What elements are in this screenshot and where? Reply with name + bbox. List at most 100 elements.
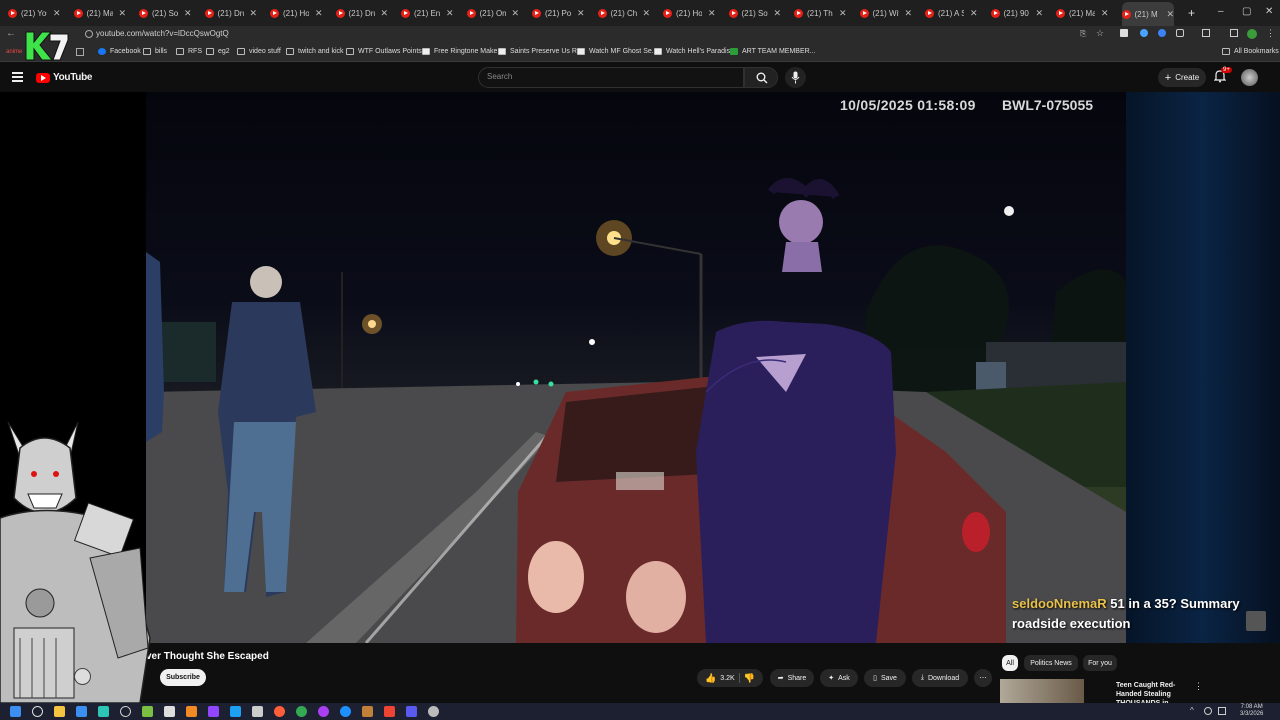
thumbs-down-icon[interactable]: 👎: [744, 673, 755, 684]
app-icon[interactable]: [230, 706, 241, 717]
apps-grid-icon[interactable]: [76, 48, 84, 56]
browser-tab[interactable]: (21) How C ✕: [270, 4, 323, 22]
bookmark-item[interactable]: Watch MF Ghost Se...: [577, 48, 658, 55]
file-explorer-icon[interactable]: [54, 706, 65, 717]
ask-button[interactable]: ✦ Ask: [820, 669, 858, 687]
tab-close-icon[interactable]: ✕: [643, 8, 651, 19]
bookmark-item[interactable]: eg2: [206, 48, 230, 55]
browser-tab[interactable]: (21) YouTu ✕: [8, 4, 61, 22]
close-window-button[interactable]: ✕: [1265, 6, 1273, 17]
app-icon[interactable]: [186, 706, 197, 717]
download-icon[interactable]: [1230, 29, 1238, 37]
twitch-icon[interactable]: [208, 706, 219, 717]
bookmark-star-icon[interactable]: ☆: [1096, 28, 1104, 39]
extension-icon[interactable]: [1120, 29, 1128, 37]
bookmark-item[interactable]: twitch and kick: [286, 48, 344, 55]
extension-icon[interactable]: [1140, 29, 1148, 37]
browser-tab[interactable]: (21) A Sing ✕: [925, 4, 978, 22]
bookmark-item[interactable]: ART TEAM MEMBER...: [730, 48, 816, 55]
extensions-puzzle-icon[interactable]: [1176, 29, 1184, 37]
app-icon[interactable]: [164, 706, 175, 717]
profile-avatar[interactable]: [1247, 29, 1257, 39]
app-icon[interactable]: [252, 706, 263, 717]
more-actions-button[interactable]: ⋯: [974, 669, 992, 687]
bookmark-item[interactable]: Facebook: [98, 48, 141, 55]
video-frame[interactable]: 10/05/2025 01:58:09 BWL7-075055: [146, 92, 1126, 643]
new-tab-button[interactable]: +: [1188, 4, 1195, 22]
browser-tab[interactable]: (21) Entitle ✕: [401, 4, 454, 22]
edge-icon[interactable]: [340, 706, 351, 717]
maximize-button[interactable]: ▢: [1242, 6, 1251, 17]
browser-tab[interactable]: (21) Wife T ✕: [859, 4, 913, 22]
install-icon[interactable]: ⎘: [1080, 29, 1086, 39]
tab-close-icon[interactable]: ✕: [119, 8, 127, 19]
tab-close-icon[interactable]: ✕: [970, 8, 978, 19]
tab-close-icon[interactable]: ✕: [446, 8, 454, 19]
tray-chevron-icon[interactable]: ^: [1190, 706, 1194, 715]
tab-close-icon[interactable]: ✕: [381, 8, 389, 19]
hamburger-menu-icon[interactable]: [12, 72, 23, 82]
browser-tab[interactable]: (21) Drunk ✕: [204, 4, 258, 22]
browser-tab[interactable]: (21) Sover ✕: [728, 4, 782, 22]
tab-close-icon[interactable]: ✕: [315, 8, 323, 19]
voice-search-button[interactable]: [785, 67, 806, 88]
extension-icon[interactable]: [1158, 29, 1166, 37]
thumbs-up-icon[interactable]: 👍: [705, 673, 716, 684]
tab-close-icon[interactable]: ✕: [1167, 9, 1175, 20]
minimize-button[interactable]: –: [1218, 6, 1224, 17]
tab-close-icon[interactable]: ✕: [250, 8, 258, 19]
tab-close-icon[interactable]: ✕: [708, 8, 716, 19]
download-button[interactable]: ⤓ Download: [912, 669, 968, 687]
subscribe-button[interactable]: Subscribe: [160, 669, 206, 686]
back-icon[interactable]: ←: [6, 28, 16, 39]
notifications-button[interactable]: 9+: [1213, 67, 1232, 88]
network-icon[interactable]: [1204, 707, 1212, 715]
app-icon[interactable]: [142, 706, 153, 717]
url-field[interactable]: youtube.com/watch?v=lDccQswOgtQ: [96, 29, 229, 38]
browser-tab[interactable]: (21) M ✕: [1121, 2, 1175, 26]
browser-tab[interactable]: (21) The M ✕: [794, 4, 847, 22]
firefox-icon[interactable]: [274, 706, 285, 717]
app-icon[interactable]: [362, 706, 373, 717]
browser-tab[interactable]: (21) Chaos ✕: [597, 4, 651, 22]
bookmark-item[interactable]: bills: [143, 48, 167, 55]
search-input[interactable]: Search: [478, 67, 744, 88]
site-info-icon[interactable]: [85, 30, 93, 38]
video-player[interactable]: 10/05/2025 01:58:09 BWL7-075055: [0, 92, 1280, 643]
all-bookmarks[interactable]: All Bookmarks: [1222, 48, 1279, 55]
channel-avatar[interactable]: [74, 668, 91, 685]
tab-close-icon[interactable]: ✕: [184, 8, 192, 19]
tab-close-icon[interactable]: ✕: [905, 8, 913, 19]
account-avatar[interactable]: [1241, 69, 1258, 86]
app-icon[interactable]: [406, 706, 417, 717]
app-icon[interactable]: [98, 706, 109, 717]
bookmark-item[interactable]: WTF Outlaws Points...: [346, 48, 428, 55]
app-icon[interactable]: [120, 706, 131, 717]
volume-icon[interactable]: [1218, 707, 1226, 715]
tab-close-icon[interactable]: ✕: [1101, 8, 1109, 19]
like-count[interactable]: 3.2K: [720, 675, 734, 682]
taskbar-search-icon[interactable]: [32, 706, 43, 717]
search-button[interactable]: [744, 67, 778, 88]
clock[interactable]: 7:08 AM 3/3/2026: [1240, 704, 1263, 718]
bookmark-item[interactable]: Free Ringtone Make...: [422, 48, 503, 55]
sidepanel-icon[interactable]: [1202, 29, 1210, 37]
tab-close-icon[interactable]: ✕: [774, 8, 782, 19]
chip-all[interactable]: All: [1002, 655, 1018, 671]
bookmark-item[interactable]: Saints Preserve Us R...: [498, 48, 583, 55]
tab-close-icon[interactable]: ✕: [839, 8, 847, 19]
start-icon[interactable]: [10, 706, 21, 717]
bookmark-item[interactable]: Watch Hell's Paradis...: [654, 48, 736, 55]
browser-tab[interactable]: (21) Man f ✕: [73, 4, 127, 22]
bookmark-item[interactable]: video stuff: [237, 48, 281, 55]
browser-tab[interactable]: (21) Man C ✕: [1056, 4, 1109, 22]
youtube-logo[interactable]: YouTube: [36, 72, 93, 83]
tab-close-icon[interactable]: ✕: [512, 8, 520, 19]
menu-dots-icon[interactable]: ⋮: [1266, 28, 1275, 39]
obs-icon[interactable]: [428, 706, 439, 717]
chrome-icon[interactable]: [296, 706, 307, 717]
store-icon[interactable]: [76, 706, 87, 717]
tab-close-icon[interactable]: ✕: [53, 8, 61, 19]
create-button[interactable]: + Create: [1158, 68, 1206, 87]
bookmark-item[interactable]: RFS: [176, 48, 202, 55]
